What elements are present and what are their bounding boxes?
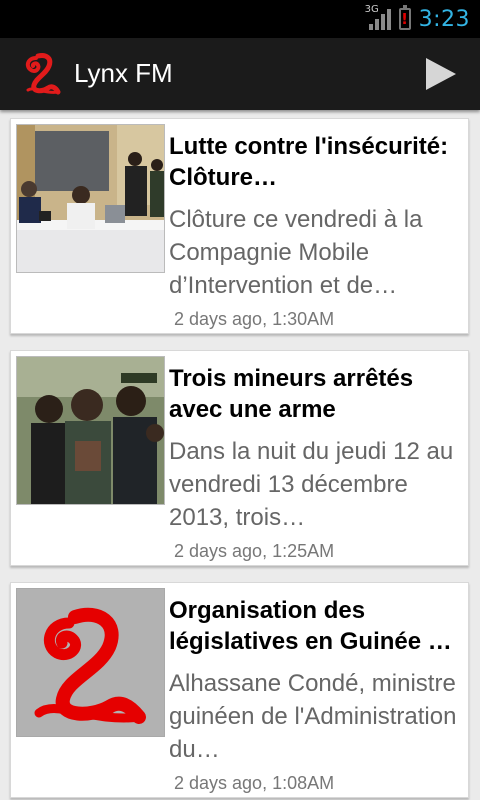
article-thumbnail bbox=[16, 356, 165, 505]
article-timestamp: 2 days ago, 1:25AM bbox=[174, 541, 335, 561]
article-card[interactable]: Organisation des législatives en Guinée … bbox=[10, 582, 469, 798]
action-bar: Lynx FM bbox=[0, 38, 480, 110]
lynx-logo-icon bbox=[17, 589, 164, 736]
article-summary: Dans la nuit du jeudi 12 au vendredi 13 … bbox=[169, 438, 454, 531]
signal-icon: 3G bbox=[365, 4, 391, 30]
article-title: Trois mineurs arrêtés avec une arme bbox=[169, 365, 414, 423]
play-icon[interactable] bbox=[422, 56, 458, 92]
article-timestamp: 2 days ago, 1:30AM bbox=[174, 309, 335, 329]
battery-warning-icon: ! bbox=[398, 5, 411, 30]
article-summary: Alhassane Condé, ministre guinéen de l'A… bbox=[169, 670, 457, 763]
lynx-logo-icon[interactable] bbox=[22, 52, 62, 96]
article-thumbnail bbox=[16, 588, 165, 737]
article-card[interactable]: Lutte contre l'insécurité: Clôture… Clôt… bbox=[10, 118, 469, 334]
status-clock: 3:23 bbox=[418, 6, 470, 32]
article-title: Lutte contre l'insécurité: Clôture… bbox=[169, 133, 449, 191]
article-thumbnail bbox=[16, 124, 165, 273]
article-timestamp: 2 days ago, 1:08AM bbox=[174, 773, 335, 793]
article-summary: Clôture ce vendredi à la Compagnie Mobil… bbox=[169, 206, 423, 299]
article-card[interactable]: Trois mineurs arrêtés avec une arme Dans… bbox=[10, 350, 469, 566]
network-type: 3G bbox=[364, 4, 379, 15]
article-title: Organisation des législatives en Guinée … bbox=[169, 597, 452, 655]
status-icons: 3G ! 3:23 bbox=[365, 4, 470, 34]
app-title: Lynx FM bbox=[74, 58, 173, 88]
status-bar: 3G ! 3:23 bbox=[0, 0, 480, 38]
